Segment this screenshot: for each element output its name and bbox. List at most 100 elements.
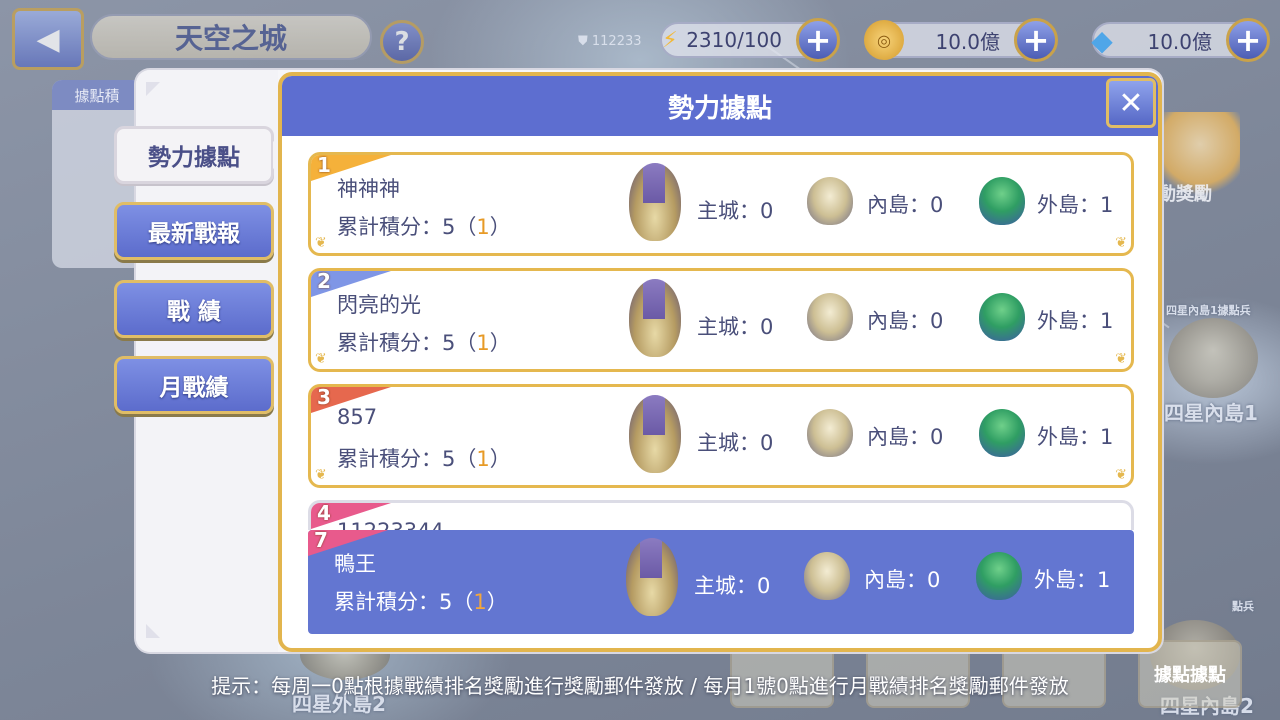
- rank-number: 1: [317, 153, 331, 177]
- tab-record[interactable]: 戰 績: [114, 280, 274, 338]
- tab-monthly-record[interactable]: 月戰績: [114, 356, 274, 414]
- score-label: 累計積分：: [337, 331, 442, 355]
- main-castle-count: 主城：0: [697, 311, 773, 341]
- back-arrow-icon: ◀: [36, 21, 60, 57]
- reward-label: 動獎勵: [1158, 184, 1212, 205]
- stamina-bar: ⚡ 2310/100 +: [660, 18, 840, 62]
- outer-island-count: 外島：1: [1037, 189, 1113, 219]
- faction-name: 神神神: [337, 177, 400, 201]
- dialog-title: 勢力據點: [282, 76, 1158, 136]
- outer-island-count: 外島：1: [1037, 305, 1113, 335]
- score-extra: 1: [476, 447, 490, 471]
- score-label: 累計積分：: [337, 447, 442, 471]
- outer-island-count: 外島：1: [1037, 421, 1113, 451]
- main-castle-label: 主城：: [694, 574, 757, 598]
- inner-island-icon: [807, 409, 853, 457]
- back-button[interactable]: ◀: [12, 8, 84, 70]
- close-button[interactable]: ✕: [1106, 78, 1156, 128]
- diamond-bar: ◆ 10.0億 +: [1091, 18, 1270, 62]
- inner-island-label: 內島：: [864, 568, 927, 592]
- inner-island-count: 內島：0: [867, 305, 943, 335]
- ranking-row[interactable]: 3 857 累計積分：5（1） 主城：0 內島：0 外島：1 ❦ ❦: [308, 384, 1134, 488]
- outer-island-icon: [976, 552, 1022, 600]
- outer-island-value: 1: [1097, 568, 1111, 592]
- main-castle-value: 0: [760, 199, 774, 223]
- outer-island-count: 外島：1: [1034, 564, 1110, 594]
- score-label: 累計積分：: [337, 215, 442, 239]
- inner-island-label: 內島：: [867, 425, 930, 449]
- score-extra: 1: [473, 590, 487, 614]
- tab-stronghold[interactable]: 勢力據點: [114, 126, 289, 184]
- inner-island-label: 內島：: [867, 193, 930, 217]
- inner-island-count: 內島：0: [867, 189, 943, 219]
- main-castle-icon: [626, 538, 678, 616]
- main-castle-label: 主城：: [697, 431, 760, 455]
- gold-bar: ◎ 10.0億 +: [864, 18, 1058, 62]
- add-diamond-button[interactable]: +: [1226, 18, 1270, 62]
- main-castle-icon: [629, 395, 681, 473]
- stamina-value: 2310/100: [686, 28, 782, 52]
- help-button[interactable]: ?: [380, 20, 424, 64]
- faction-name: 鴨王: [334, 552, 376, 576]
- card-flourish: ❦: [1115, 467, 1127, 483]
- card-flourish: ❦: [315, 467, 327, 483]
- score-label: 累計積分：: [334, 590, 439, 614]
- card-flourish: ❦: [1115, 351, 1127, 367]
- outer-island-value: 1: [1100, 309, 1114, 333]
- card-flourish: ❦: [1115, 235, 1127, 251]
- score-text: 累計積分：5（1）: [337, 331, 511, 355]
- score-value: 5: [442, 447, 456, 471]
- outer-island-icon: [979, 293, 1025, 341]
- close-icon: ✕: [1118, 85, 1144, 121]
- main-castle-count: 主城：0: [697, 427, 773, 457]
- ranking-row[interactable]: 2 閃亮的光 累計積分：5（1） 主城：0 內島：0 外島：1 ❦ ❦: [308, 268, 1134, 372]
- inner-island-label: 內島：: [867, 309, 930, 333]
- inner-island-1-small-label: 四星內島1據點兵: [1166, 304, 1251, 317]
- faction-name: 11223344: [337, 519, 444, 530]
- inner-island-count: 內島：0: [867, 421, 943, 451]
- outer-island-label: 外島：: [1037, 309, 1100, 333]
- rank-number: 3: [317, 385, 331, 409]
- main-castle-icon: [629, 279, 681, 357]
- tab-latest-report[interactable]: 最新戰報: [114, 202, 274, 260]
- score-extra: 1: [476, 331, 490, 355]
- add-gold-button[interactable]: +: [1014, 18, 1058, 62]
- outer-island-icon: [979, 409, 1025, 457]
- coin-icon: ◎: [864, 20, 904, 60]
- power-value: ⛊ 112233: [578, 34, 642, 49]
- card-flourish: ❦: [315, 351, 327, 367]
- ranking-row[interactable]: 4 11223344: [308, 500, 1134, 530]
- outer-island-label: 外島：: [1037, 425, 1100, 449]
- main-castle-label: 主城：: [697, 315, 760, 339]
- inner-island-count: 內島：0: [864, 564, 940, 594]
- score-value: 5: [442, 215, 456, 239]
- inner-island-value: 0: [930, 193, 944, 217]
- lightning-icon: ⚡: [662, 27, 678, 53]
- score-extra: 1: [476, 215, 490, 239]
- outer-island-label: 外島：: [1037, 193, 1100, 217]
- page-title: 天空之城: [90, 14, 372, 60]
- ranking-content: 勢力據點 1 神神神 累計積分：5（1） 主城：0 內島：0 外島：1 ❦ ❦ …: [278, 72, 1162, 652]
- score-text: 累計積分：5（1）: [337, 215, 511, 239]
- rank-number: 7: [314, 530, 328, 552]
- score-value: 5: [439, 590, 453, 614]
- main-castle-value: 0: [757, 574, 771, 598]
- diamond-icon: ◆: [1091, 23, 1113, 57]
- add-stamina-button[interactable]: +: [796, 18, 840, 62]
- my-ranking-row[interactable]: 7 鴨王 累計積分：5（1） 主城：0 內島：0 外島：1: [308, 530, 1134, 634]
- inner-island-value: 0: [927, 568, 941, 592]
- power-value-text: 112233: [591, 34, 642, 49]
- faction-name: 閃亮的光: [337, 293, 421, 317]
- inner-island-icon: [807, 177, 853, 225]
- rank-number: 4: [317, 501, 331, 525]
- inner-island-icon: [807, 293, 853, 341]
- hint-text: 提示：每周一0點根據戰績排名獎勵進行獎勵郵件發放 / 每月1號0點進行月戰績排名…: [211, 673, 1069, 698]
- main-castle-icon: [629, 163, 681, 241]
- faction-name: 857: [337, 405, 378, 429]
- side-panel-header: 據點積: [52, 80, 142, 110]
- ranking-row[interactable]: 1 神神神 累計積分：5（1） 主城：0 內島：0 外島：1 ❦ ❦: [308, 152, 1134, 256]
- outer-island-icon: [979, 177, 1025, 225]
- rank-number: 2: [317, 269, 331, 293]
- inner-island-1-label: 四星內島1: [1164, 401, 1258, 425]
- inner-island-value: 0: [930, 425, 944, 449]
